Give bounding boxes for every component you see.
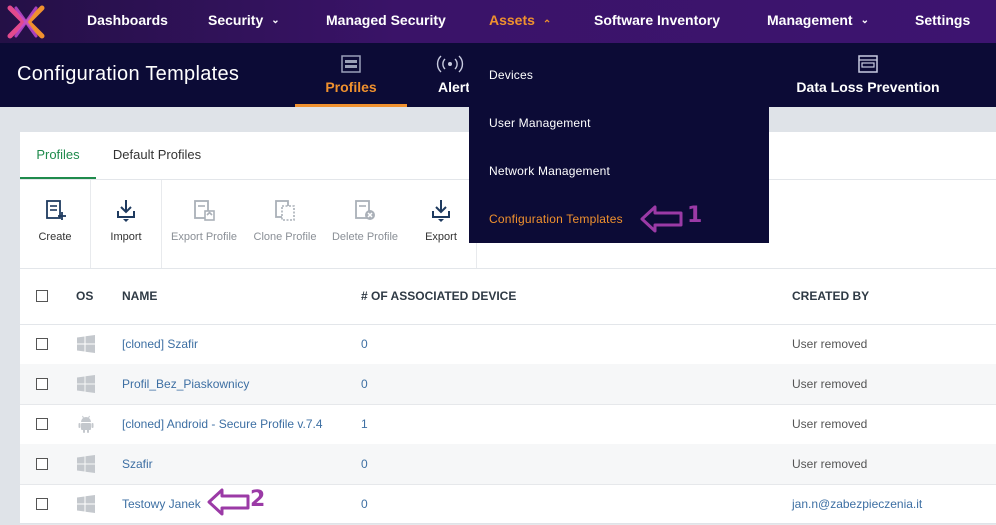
table-row[interactable]: Szafir 0 User removed (20, 444, 996, 485)
export-profile-icon (194, 200, 215, 221)
select-all-checkbox[interactable] (36, 290, 48, 302)
row-checkbox[interactable] (36, 338, 48, 350)
table-row[interactable]: [cloned] Android - Secure Profile v.7.4 … (20, 404, 996, 445)
created-by: User removed (792, 337, 868, 351)
row-checkbox[interactable] (36, 418, 48, 430)
tab-default-profiles[interactable]: Default Profiles (106, 132, 208, 178)
page-title: Configuration Templates (17, 63, 240, 85)
windows-icon (77, 335, 95, 353)
row-checkbox[interactable] (36, 378, 48, 390)
created-by: User removed (792, 417, 868, 431)
nav-management[interactable]: Management ⌄ (767, 0, 869, 43)
table-row[interactable]: Profil_Bez_Piaskownicy 0 User removed (20, 364, 996, 405)
annotation-label: 2 (250, 487, 266, 512)
profile-name-link[interactable]: [cloned] Android - Secure Profile v.7.4 (122, 404, 323, 444)
delete-profile-icon (355, 200, 375, 220)
import-icon (117, 200, 135, 222)
column-name[interactable]: NAME (122, 269, 157, 324)
profile-name-link[interactable]: Szafir (122, 444, 153, 484)
delete-profile-button[interactable]: Delete Profile (324, 180, 406, 268)
menu-item-configuration-templates[interactable]: Configuration Templates (489, 212, 623, 226)
menu-item-user-management[interactable]: User Management (489, 116, 591, 130)
menu-item-devices[interactable]: Devices (489, 68, 533, 82)
associated-devices-count[interactable]: 0 (361, 444, 368, 484)
create-button[interactable]: Create (20, 180, 90, 268)
table-header: OS NAME # OF ASSOCIATED DEVICE CREATED B… (20, 269, 996, 325)
annotation-label: 1 (687, 203, 703, 228)
create-profile-icon (46, 200, 66, 220)
nav-managed-security[interactable]: Managed Security (326, 0, 446, 43)
nav-dashboards[interactable]: Dashboards (87, 0, 168, 43)
tab-alert[interactable]: Alert (430, 43, 470, 107)
column-created-by[interactable]: CREATED BY (792, 269, 869, 324)
windows-icon (77, 375, 95, 393)
associated-devices-count[interactable]: 0 (361, 364, 368, 404)
column-associated-devices[interactable]: # OF ASSOCIATED DEVICE (361, 269, 516, 324)
nav-settings[interactable]: Settings (915, 0, 970, 43)
clone-profile-button[interactable]: Clone Profile (246, 180, 324, 268)
export-profile-button[interactable]: Export Profile (162, 180, 246, 268)
nav-assets[interactable]: Assets ⌃ (489, 0, 551, 43)
import-button[interactable]: Import (91, 180, 161, 268)
chevron-down-icon: ⌄ (271, 15, 280, 26)
associated-devices-count[interactable]: 1 (361, 404, 368, 444)
tab-profiles[interactable]: Profiles (295, 43, 407, 107)
associated-devices-count[interactable]: 0 (361, 484, 368, 524)
annotation-arrow-icon (207, 488, 250, 516)
menu-item-network-management[interactable]: Network Management (489, 164, 610, 178)
profile-name-link[interactable]: Testowy Janek (122, 484, 201, 524)
row-checkbox[interactable] (36, 458, 48, 470)
nav-security[interactable]: Security ⌄ (208, 0, 280, 43)
top-navigation-bar: Dashboards Security ⌄ Managed Security As… (0, 0, 996, 44)
assets-dropdown-menu: Devices User Management Network Manageme… (469, 43, 769, 243)
created-by: User removed (792, 377, 868, 391)
profiles-icon (341, 55, 361, 73)
created-by: User removed (792, 457, 868, 471)
app-logo-icon[interactable] (6, 5, 46, 39)
windows-icon (77, 495, 95, 513)
tab-profiles-list[interactable]: Profiles (20, 132, 96, 179)
dlp-icon (858, 55, 878, 73)
associated-devices-count[interactable]: 0 (361, 324, 368, 364)
alert-broadcast-icon (436, 55, 464, 73)
column-os[interactable]: OS (76, 269, 93, 324)
export-icon (432, 200, 450, 222)
export-button[interactable]: Export (406, 180, 476, 268)
windows-icon (77, 455, 95, 473)
table-row[interactable]: Testowy Janek 0 jan.n@zabezpieczenia.it (20, 484, 996, 525)
chevron-down-icon: ⌄ (860, 15, 869, 26)
profile-name-link[interactable]: Profil_Bez_Piaskownicy (122, 364, 249, 404)
row-checkbox[interactable] (36, 498, 48, 510)
android-icon (78, 415, 94, 433)
clone-profile-icon (275, 200, 295, 221)
chevron-up-icon: ⌃ (542, 19, 552, 30)
annotation-arrow-icon (640, 205, 683, 233)
profile-name-link[interactable]: [cloned] Szafir (122, 324, 198, 364)
table-row[interactable]: [cloned] Szafir 0 User removed (20, 324, 996, 365)
nav-software-inventory[interactable]: Software Inventory (594, 0, 720, 43)
tab-data-loss-prevention[interactable]: Data Loss Prevention (790, 43, 946, 107)
created-by[interactable]: jan.n@zabezpieczenia.it (792, 484, 922, 524)
